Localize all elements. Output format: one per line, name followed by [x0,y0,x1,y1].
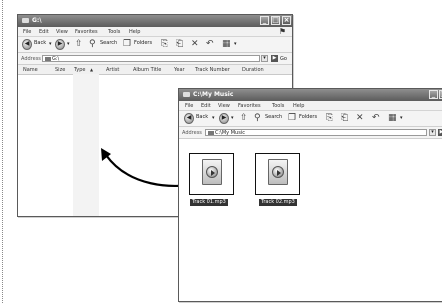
file-name-label[interactable]: Track 01.mp3 [190,199,228,206]
file-name-label[interactable]: Track 02.mp3 [259,199,297,206]
menu-help[interactable]: Help [293,103,304,109]
address-bar: Address C:\My Music ▾ ▶ [179,127,442,139]
search-icon[interactable]: ⚲ [254,113,261,124]
mp3-file-icon [268,159,288,185]
menu-favorites[interactable]: Favorites [238,103,261,109]
address-input[interactable]: C:\My Music [205,129,427,136]
forward-arrow-icon[interactable]: ▶ [219,113,229,124]
back-button-label[interactable]: Back [196,114,208,120]
explorer-window-my-music[interactable]: C:\My Music _ □ File Edit View Favorites… [178,88,442,302]
folders-button-label[interactable]: Folders [299,114,317,120]
minimize-button[interactable]: _ [429,90,438,99]
delete-icon[interactable]: ✕ [356,113,364,124]
views-icon[interactable]: ▦ [388,113,397,124]
chevron-down-icon[interactable]: ▾ [400,115,403,126]
move-to-icon[interactable]: ⎘ [326,113,333,124]
menu-bar: File Edit View Favorites Tools Help [179,101,442,111]
folder-icon [183,92,190,97]
menu-tools[interactable]: Tools [272,103,284,109]
folders-icon[interactable]: ❐ [288,113,296,124]
menu-view[interactable]: View [218,103,230,109]
chevron-down-icon[interactable]: ▾ [231,115,234,126]
chevron-down-icon[interactable]: ▾ [212,115,215,126]
folder-icon [208,131,214,135]
toolbar: ◀ Back ▾ ▶ ▾ ⇧ ⚲ Search ❐ Folders ⎘ ⎗ ✕ … [179,111,442,127]
title-bar[interactable]: C:\My Music _ □ [179,89,442,101]
file-icon-tile[interactable] [255,153,300,195]
back-arrow-icon[interactable]: ◀ [184,113,194,124]
menu-file[interactable]: File [185,103,193,109]
go-arrow-icon: ▶ [438,129,442,136]
undo-icon[interactable]: ↶ [372,113,380,124]
copy-to-icon[interactable]: ⎗ [341,113,348,124]
search-button-label[interactable]: Search [265,114,282,120]
address-label: Address [182,130,202,136]
address-value: C:\My Music [215,130,245,136]
file-icon-tile[interactable] [189,153,234,195]
window-title: C:\My Music [193,91,234,98]
address-dropdown[interactable]: ▾ [429,129,436,136]
mp3-file-icon [202,159,222,185]
menu-edit[interactable]: Edit [201,103,211,109]
up-folder-icon[interactable]: ⇧ [240,113,248,124]
